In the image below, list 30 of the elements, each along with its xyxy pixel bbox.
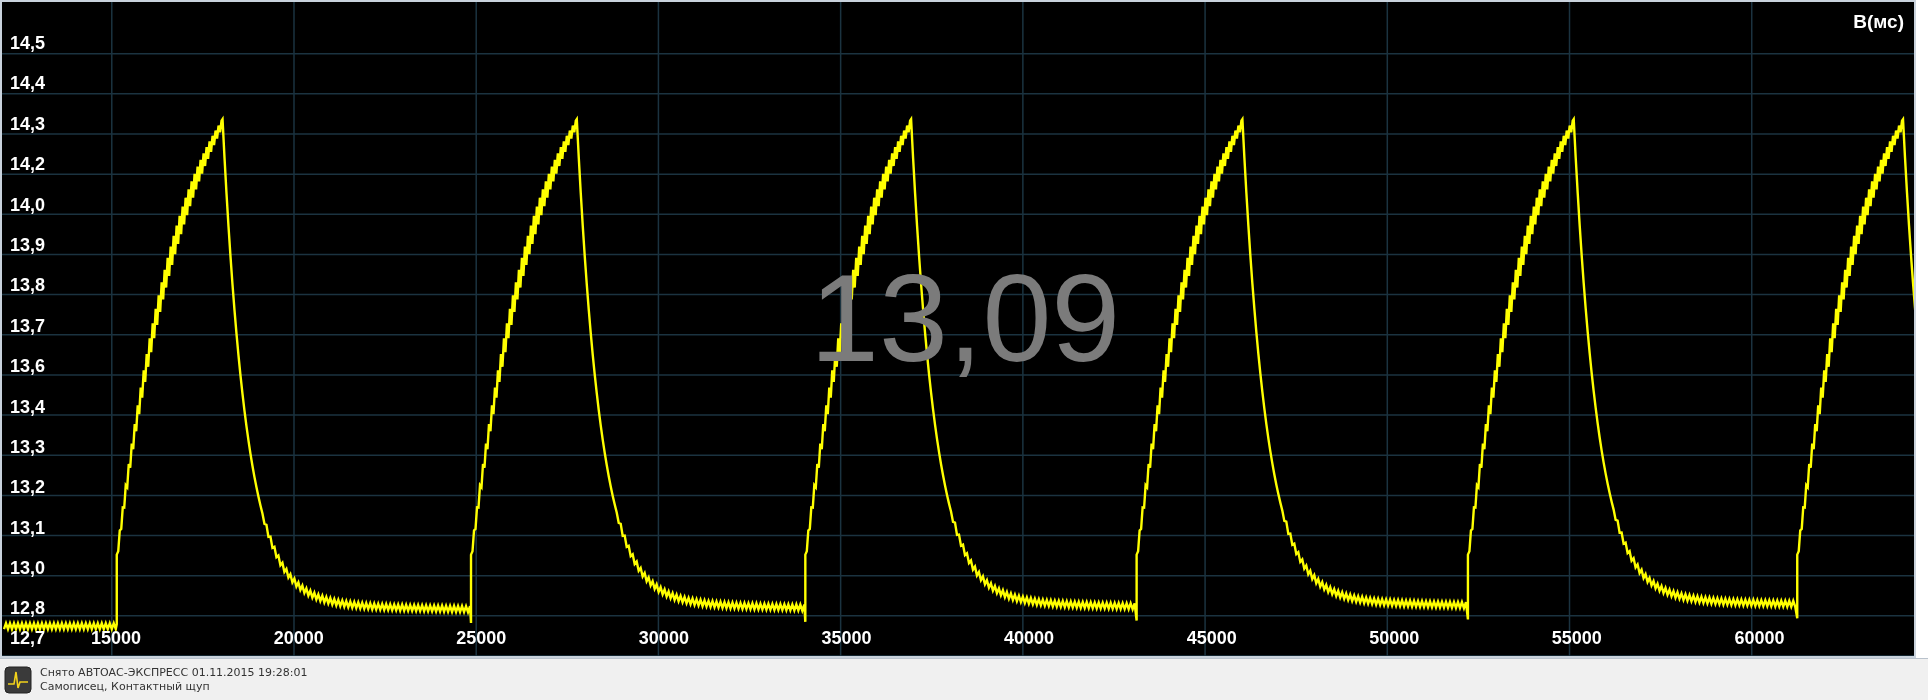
x-axis-label: 55000 — [1551, 627, 1602, 648]
x-axis-label: 20000 — [273, 627, 324, 648]
y-axis-label: 13,4 — [10, 396, 46, 417]
unit-label: В(мс) — [1853, 11, 1904, 33]
y-axis-label: 12,8 — [10, 598, 46, 619]
y-axis-label: 13,8 — [10, 275, 46, 296]
y-axis-label: 14,2 — [10, 154, 46, 175]
y-axis-label: 12,7 — [10, 627, 46, 648]
status-text: Самописец, Контактный щуп — [40, 680, 211, 693]
y-axis-label: 14,0 — [10, 194, 46, 215]
y-axis-label: 13,0 — [10, 558, 46, 579]
y-axis-label: 13,6 — [10, 356, 46, 377]
y-axis-label: 13,2 — [10, 477, 46, 498]
y-axis-label: 13,1 — [10, 517, 46, 538]
x-axis-label: 30000 — [638, 627, 689, 648]
x-axis-label: 35000 — [821, 627, 872, 648]
y-axis-label: 13,7 — [10, 315, 46, 336]
y-axis-label: 13,9 — [10, 234, 46, 255]
pulse-icon — [4, 665, 32, 694]
x-axis-label: 15000 — [91, 627, 142, 648]
status-text: Снято АВТОАС-ЭКСПРЕСС 01.11.2015 19:28:01 — [40, 666, 308, 679]
x-axis-label: 45000 — [1186, 627, 1237, 648]
x-axis-label: 60000 — [1734, 627, 1785, 648]
y-axis-label: 14,3 — [10, 113, 46, 134]
y-axis-label: 14,4 — [10, 73, 46, 94]
x-axis-label: 25000 — [456, 627, 507, 648]
x-axis-label: 40000 — [1004, 627, 1055, 648]
y-axis-label: 13,3 — [10, 436, 46, 457]
x-axis-label: 50000 — [1369, 627, 1420, 648]
y-axis-label: 14,5 — [10, 33, 46, 53]
